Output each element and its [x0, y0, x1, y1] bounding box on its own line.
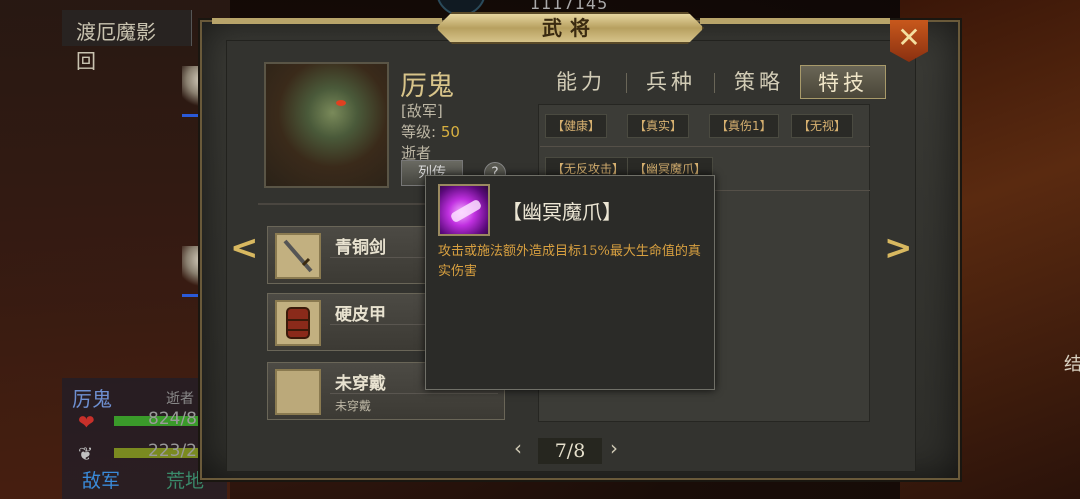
skills-divider	[540, 146, 870, 147]
pager: ‹ 7/8 ›	[512, 436, 628, 466]
title-decoration	[700, 18, 890, 24]
stage-title: 渡厄魔影 回	[62, 10, 192, 73]
close-x-icon: ✕	[897, 21, 921, 54]
mp-value: 223/22	[148, 441, 208, 461]
title-decoration	[212, 18, 442, 24]
tab-ability[interactable]: 能力	[538, 65, 624, 99]
hp-value: 824/82	[148, 409, 208, 429]
top-score: 1117145	[530, 0, 609, 13]
equipment-name: 未穿戴	[335, 374, 386, 394]
heart-icon: ❤	[78, 410, 95, 434]
equipment-name: 青铜剑	[335, 238, 386, 258]
purple-claw-icon	[438, 184, 490, 236]
next-general-button[interactable]: >	[884, 228, 913, 268]
tab-strategy[interactable]: 策略	[716, 65, 802, 99]
tab-bar: 能力 兵种 策略 特技	[538, 65, 888, 101]
unit-side: 敌军	[82, 470, 121, 492]
equipment-name: 硬皮甲	[335, 305, 386, 325]
skill-chip[interactable]: 【无视】	[791, 114, 854, 138]
tab-special-skill[interactable]: 特技	[800, 65, 886, 99]
hero-name: 厉鬼	[400, 71, 454, 102]
hero-level-value: 50	[440, 123, 460, 141]
prev-general-button[interactable]: <	[230, 228, 259, 268]
tab-separator	[626, 73, 627, 93]
tab-troop[interactable]: 兵种	[628, 65, 714, 99]
right-edge-button[interactable]: 结	[1058, 354, 1080, 372]
hero-faction: [敌军]	[401, 102, 443, 120]
panel-title: 武将	[436, 12, 704, 44]
tooltip-title: 【幽冥魔爪】	[502, 200, 622, 224]
hero-portrait	[264, 62, 389, 188]
skill-chip[interactable]: 【真实】	[627, 114, 690, 138]
equipment-desc: 未穿戴	[335, 399, 372, 413]
hero-level-label: 等级:	[401, 123, 437, 141]
pager-next-button[interactable]: ›	[610, 436, 618, 460]
unit-name: 厉鬼	[72, 387, 112, 411]
hero-level: 等级: 50	[401, 121, 460, 142]
skill-tooltip: 【幽冥魔爪】 攻击或施法额外造成目标15%最大生命值的真实伤害	[425, 175, 715, 390]
equipment-underline	[330, 393, 498, 394]
claw-shard	[449, 198, 483, 224]
pager-prev-button[interactable]: ‹	[514, 436, 522, 460]
empty-slot	[275, 369, 321, 415]
wing-icon: ❦	[78, 444, 94, 465]
unit-terrain: 荒地	[166, 470, 205, 492]
skill-chip[interactable]: 【真伤1】	[709, 114, 779, 138]
tooltip-description: 攻击或施法额外造成目标15%最大生命值的真实伤害	[438, 244, 701, 279]
sword-icon	[275, 233, 321, 279]
skill-chip[interactable]: 【健康】	[545, 114, 608, 138]
portrait-eye	[336, 100, 346, 106]
pager-number: 7/8	[538, 438, 602, 464]
tab-separator	[714, 73, 715, 93]
armor-icon	[275, 300, 321, 346]
